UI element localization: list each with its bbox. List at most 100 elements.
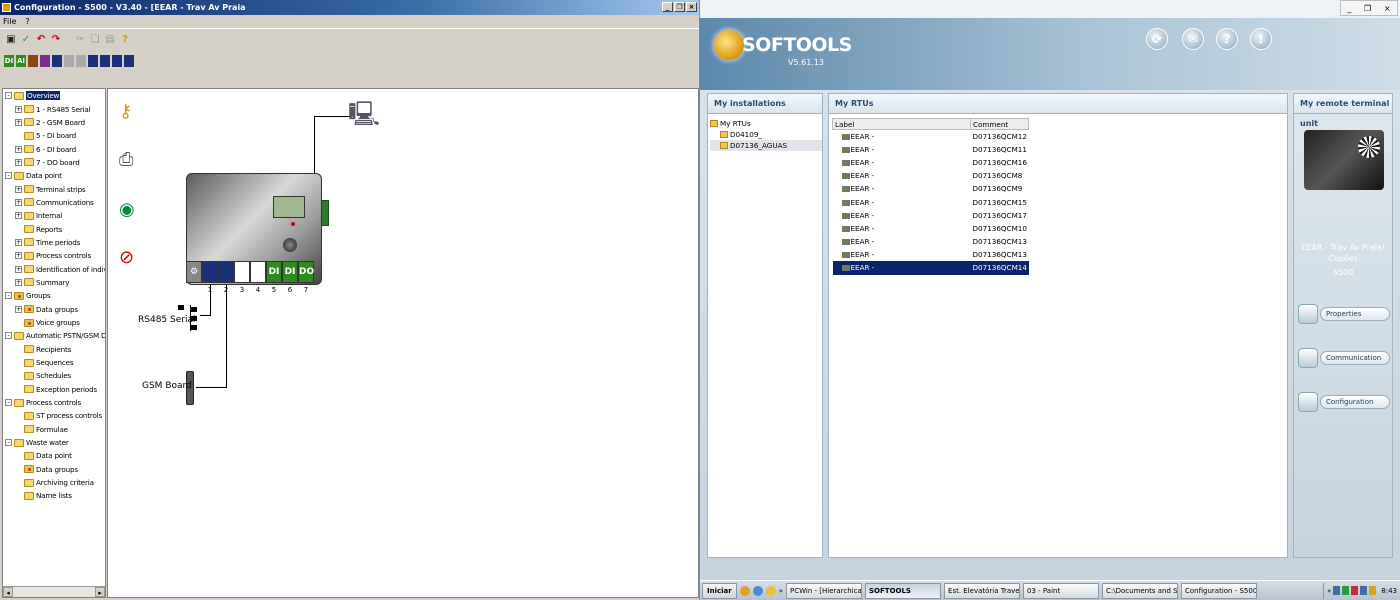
tree-item[interactable]: + Summary: [3, 276, 105, 289]
table-row[interactable]: EEAR - D07136QCM8: [833, 169, 1029, 182]
tree-item[interactable]: Voice groups: [3, 316, 105, 329]
slot-3[interactable]: [234, 261, 250, 283]
expand-icon[interactable]: +: [15, 158, 22, 166]
tray-icon-1[interactable]: [1333, 586, 1341, 595]
scroll-left-icon[interactable]: ◂: [3, 587, 13, 597]
info-icon[interactable]: !: [1250, 28, 1272, 50]
tree-item[interactable]: Name lists: [3, 489, 105, 502]
do-board-icon[interactable]: [28, 55, 38, 67]
expand-icon[interactable]: +: [15, 145, 22, 153]
table-row[interactable]: EEAR - D07136QCM13: [833, 235, 1029, 248]
slot-7[interactable]: DO: [298, 261, 314, 283]
check-icon[interactable]: ✓: [20, 34, 32, 46]
taskbar-item[interactable]: 03 - Paint: [1023, 582, 1100, 599]
column-comment[interactable]: Comment: [969, 118, 1030, 130]
tree-item[interactable]: Exception periods: [3, 383, 105, 396]
slot-4[interactable]: [250, 261, 266, 283]
tree-item[interactable]: + Identification of individuals: [3, 262, 105, 275]
expand-icon[interactable]: +: [15, 278, 22, 286]
quicklaunch-icon-1[interactable]: [739, 585, 750, 596]
configuration-button[interactable]: Configuration: [1298, 390, 1390, 414]
slot-5[interactable]: DI: [266, 261, 282, 283]
forbidden-icon[interactable]: ⊘: [119, 247, 134, 268]
keys-icon[interactable]: ⚷: [119, 101, 132, 122]
communication-button[interactable]: Communication: [1298, 346, 1390, 370]
tree-item[interactable]: Reports: [3, 222, 105, 235]
tree-item[interactable]: + Data groups: [3, 303, 105, 316]
table-row[interactable]: EEAR - D07136QCM16: [833, 156, 1029, 169]
tree-item[interactable]: Archiving criteria: [3, 476, 105, 489]
installation-item[interactable]: My RTUs: [710, 118, 822, 129]
tree-item[interactable]: Data point: [3, 449, 105, 462]
tree-item[interactable]: + Process controls: [3, 249, 105, 262]
taskbar-item[interactable]: SOFTOOLS: [865, 582, 942, 599]
tree-item[interactable]: - Automatic PSTN/GSM Data/LAN/(: [3, 329, 105, 342]
expand-icon[interactable]: +: [15, 105, 22, 113]
collapse-icon[interactable]: -: [5, 332, 12, 340]
tree-item[interactable]: + Time periods: [3, 236, 105, 249]
table-row[interactable]: EEAR - D07136QCM12: [833, 130, 1029, 143]
ai-board-icon[interactable]: AI: [16, 55, 26, 67]
softools-title-bar[interactable]: _ ❐ ×: [700, 0, 1400, 18]
tree-item[interactable]: Formulae: [3, 423, 105, 436]
expand-icon[interactable]: +: [15, 252, 22, 260]
installation-item[interactable]: D04109_: [710, 129, 822, 140]
redo-icon[interactable]: ↷: [50, 34, 62, 46]
tree-item[interactable]: Data groups: [3, 463, 105, 476]
di-board-icon[interactable]: DI: [4, 55, 14, 67]
cpu-slot-icon[interactable]: ⚙: [186, 261, 202, 283]
tray-icon-5[interactable]: [1369, 586, 1377, 595]
grid-icon[interactable]: [112, 55, 122, 67]
tree-item[interactable]: +2 - GSM Board: [3, 116, 105, 129]
expand-icon[interactable]: +: [15, 198, 22, 206]
column-label[interactable]: Label: [832, 118, 971, 130]
tree-item[interactable]: Recipients: [3, 343, 105, 356]
tray-expand-button[interactable]: «: [1327, 587, 1331, 595]
collapse-icon[interactable]: -: [5, 439, 12, 447]
softools-minimize-button[interactable]: _: [1347, 4, 1351, 13]
tree-item[interactable]: + Terminal strips: [3, 182, 105, 195]
installation-item[interactable]: D07136_AGUAS: [710, 140, 822, 151]
expand-icon[interactable]: +: [15, 238, 22, 246]
tree-item[interactable]: Sequences: [3, 356, 105, 369]
tree-item[interactable]: Schedules: [3, 369, 105, 382]
tray-icon-4[interactable]: [1360, 586, 1368, 595]
table-row[interactable]: EEAR - D07136QCM14: [832, 261, 1029, 275]
table-row[interactable]: EEAR - D07136QCM9: [833, 182, 1029, 195]
quicklaunch-more-button[interactable]: »: [779, 587, 783, 595]
help-circle-icon[interactable]: ?: [1216, 28, 1238, 50]
tree-item[interactable]: - Overview: [3, 89, 105, 102]
table-row[interactable]: EEAR - D07136QCM10: [833, 222, 1029, 235]
close-button[interactable]: ×: [686, 2, 697, 12]
paste-icon[interactable]: ▤: [104, 34, 116, 46]
mixed-board-icon[interactable]: [40, 55, 50, 67]
undo-icon[interactable]: ↶: [35, 34, 47, 46]
computer-icon[interactable]: 🖳: [348, 97, 380, 138]
start-button[interactable]: Iniciar: [702, 582, 737, 599]
configuration-tree[interactable]: - Overview +1 - RS485 Serial +2 - GSM Board…: [2, 88, 106, 598]
tray-icon-2[interactable]: [1342, 586, 1350, 595]
save-icon[interactable]: ▣: [5, 34, 17, 46]
tree-item[interactable]: +7 - DO board: [3, 156, 105, 169]
expand-icon[interactable]: +: [15, 212, 22, 220]
collapse-icon[interactable]: -: [5, 399, 12, 407]
tree-item[interactable]: - Waste water: [3, 436, 105, 449]
tree-item[interactable]: - Groups: [3, 289, 105, 302]
softools-close-button[interactable]: ×: [1384, 4, 1391, 13]
wrench-icon[interactable]: [124, 55, 134, 67]
taskbar-item[interactable]: Configuration - S500 - V...: [1181, 582, 1258, 599]
copy-icon[interactable]: ❏: [89, 34, 101, 46]
taskbar-item[interactable]: C:\Documents and Setti...: [1102, 582, 1179, 599]
tree-item[interactable]: ST process controls: [3, 409, 105, 422]
quicklaunch-icon-2[interactable]: [752, 585, 763, 596]
expand-icon[interactable]: +: [15, 305, 22, 313]
collapse-icon[interactable]: -: [5, 92, 12, 100]
collapse-icon[interactable]: -: [5, 292, 12, 300]
empty-slot-icon-2[interactable]: [76, 55, 86, 67]
tree-item[interactable]: + Communications: [3, 196, 105, 209]
comm-board-icon[interactable]: [52, 55, 62, 67]
keyboard-icon[interactable]: [100, 55, 110, 67]
table-row[interactable]: EEAR - D07136QCM13: [833, 248, 1029, 261]
expand-icon[interactable]: +: [15, 118, 22, 126]
properties-button[interactable]: Properties: [1298, 302, 1390, 326]
